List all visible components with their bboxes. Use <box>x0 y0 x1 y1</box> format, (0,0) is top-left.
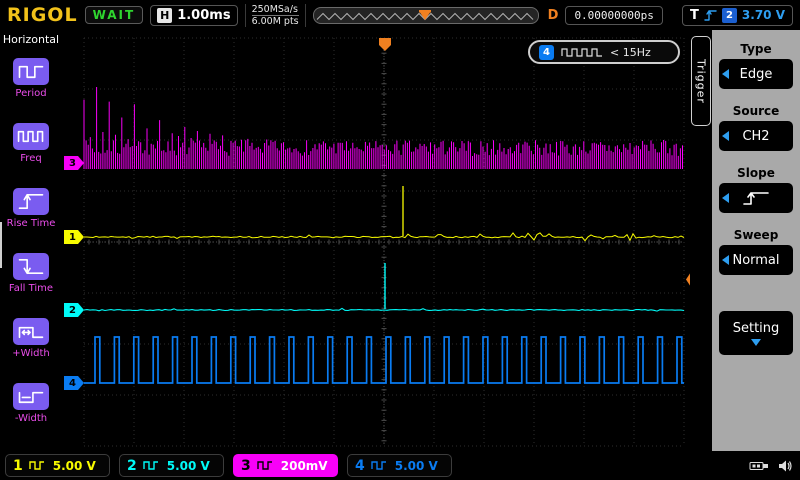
coupling-icon <box>29 460 45 471</box>
down-arrow-icon <box>751 339 761 346</box>
sidebar-item-label: +Width <box>12 348 49 359</box>
trigger-tab-label: Trigger <box>695 59 708 104</box>
channel-scale: 5.00 V <box>53 459 96 473</box>
trigger-label: T <box>690 8 699 23</box>
timebase-value: 1.00ms <box>177 8 230 23</box>
period-icon <box>13 58 49 85</box>
plus-width-icon <box>13 318 49 345</box>
run-status-badge: WAIT <box>85 6 144 24</box>
channel-scale: 200mV <box>281 459 328 473</box>
channel-status-bar: 1 5.00 V 2 5.00 V 3 200mV 4 5.00 V <box>0 451 800 480</box>
horizontal-status-group: H 1.00ms <box>150 5 237 26</box>
trigger-setting-label: Setting <box>733 321 780 336</box>
measure-sidebar: Horizontal Period Freq Rise Time Fall Time +… <box>0 30 62 451</box>
pulse-train-icon <box>561 47 603 58</box>
trigger-level-value: 3.70 V <box>742 8 785 22</box>
trigger-menu-panel: Type Edge Source CH2 Slope Sweep Normal … <box>712 30 800 451</box>
channel-number: 1 <box>13 458 23 474</box>
trigger-sweep-button[interactable]: Normal <box>719 245 793 275</box>
trigger-setting-button[interactable]: Setting <box>719 311 793 355</box>
rise-time-icon <box>13 188 49 215</box>
trigger-source-value: CH2 <box>742 129 769 144</box>
channel-3-status[interactable]: 3 200mV <box>233 454 338 477</box>
freq-icon <box>13 123 49 150</box>
sample-rate: 250MSa/s <box>252 4 299 15</box>
sidebar-item-label: Freq <box>20 153 41 164</box>
oscilloscope-screen: RIGOL WAIT H 1.00ms 250MSa/s 6.00M pts D… <box>0 0 800 480</box>
trigger-frequency-value: < 15Hz <box>610 46 651 59</box>
sidebar-item-freq[interactable]: Freq <box>0 111 62 176</box>
channel-number: 4 <box>355 458 365 474</box>
menu-label-type: Type <box>712 42 800 56</box>
trigger-position-marker[interactable] <box>379 38 391 51</box>
counter-channel-badge: 4 <box>539 45 554 60</box>
trigger-frequency-popup: 4 < 15Hz <box>528 40 680 64</box>
trigger-slope-button[interactable] <box>719 183 793 213</box>
sidebar-item-fall-time[interactable]: Fall Time <box>0 241 62 306</box>
h-label: H <box>157 8 172 23</box>
speaker-icon <box>778 459 792 473</box>
menu-label-source: Source <box>712 104 800 118</box>
slope-rising-icon <box>742 190 770 207</box>
left-arrow-icon <box>722 69 729 79</box>
channel-2-status[interactable]: 2 5.00 V <box>119 454 224 477</box>
system-icons <box>749 459 795 473</box>
sidebar-item--width[interactable]: +Width <box>0 306 62 371</box>
trigger-type-value: Edge <box>740 67 773 82</box>
sidebar-item-label: -Width <box>15 413 47 424</box>
channel-4-status[interactable]: 4 5.00 V <box>347 454 452 477</box>
trigger-tab: Trigger <box>691 36 711 126</box>
left-arrow-icon <box>722 131 729 141</box>
delay-label: D <box>548 8 559 23</box>
waveform-display <box>62 30 694 451</box>
trigger-type-button[interactable]: Edge <box>719 59 793 89</box>
trigger-tab-strip: Trigger <box>690 30 712 451</box>
waveform-overview-icon <box>314 10 536 23</box>
sidebar-item-label: Fall Time <box>9 283 53 294</box>
channel-scale: 5.00 V <box>167 459 210 473</box>
trigger-source-badge: 2 <box>722 8 737 23</box>
coupling-icon <box>143 460 159 471</box>
horizontal-position-bar[interactable] <box>313 7 539 24</box>
usb-icon <box>749 460 769 472</box>
memory-depth: 6.00M pts <box>252 15 299 27</box>
trigger-sweep-value: Normal <box>732 253 779 268</box>
channel-number: 3 <box>241 458 251 474</box>
sidebar-item--width[interactable]: -Width <box>0 371 62 436</box>
channel-scale: 5.00 V <box>395 459 438 473</box>
top-status-bar: RIGOL WAIT H 1.00ms 250MSa/s 6.00M pts D… <box>0 0 800 30</box>
trigger-source-button[interactable]: CH2 <box>719 121 793 151</box>
delay-value: 0.00000000ps <box>565 6 662 25</box>
left-arrow-icon <box>722 193 729 203</box>
minus-width-icon <box>13 383 49 410</box>
acquisition-info: 250MSa/s 6.00M pts <box>245 4 306 27</box>
sidebar-item-label: Rise Time <box>7 218 56 229</box>
sidebar-scrollbar[interactable] <box>0 222 2 268</box>
sidebar-title: Horizontal <box>0 30 62 46</box>
rigol-logo: RIGOL <box>7 4 78 26</box>
trigger-slope-icon <box>704 9 717 22</box>
sidebar-item-period[interactable]: Period <box>0 46 62 111</box>
fall-time-icon <box>13 253 49 280</box>
left-arrow-icon <box>722 255 729 265</box>
channel-1-status[interactable]: 1 5.00 V <box>5 454 110 477</box>
channel-number: 2 <box>127 458 137 474</box>
menu-label-sweep: Sweep <box>712 228 800 242</box>
trigger-status-group: T 2 3.70 V <box>682 5 793 26</box>
sidebar-item-label: Period <box>15 88 46 99</box>
sidebar-item-rise-time[interactable]: Rise Time <box>0 176 62 241</box>
coupling-icon <box>257 460 273 471</box>
coupling-icon <box>371 460 387 471</box>
waveform-display-area: 1234 <box>62 30 694 451</box>
ch3-trace <box>84 87 683 169</box>
menu-label-slope: Slope <box>712 166 800 180</box>
